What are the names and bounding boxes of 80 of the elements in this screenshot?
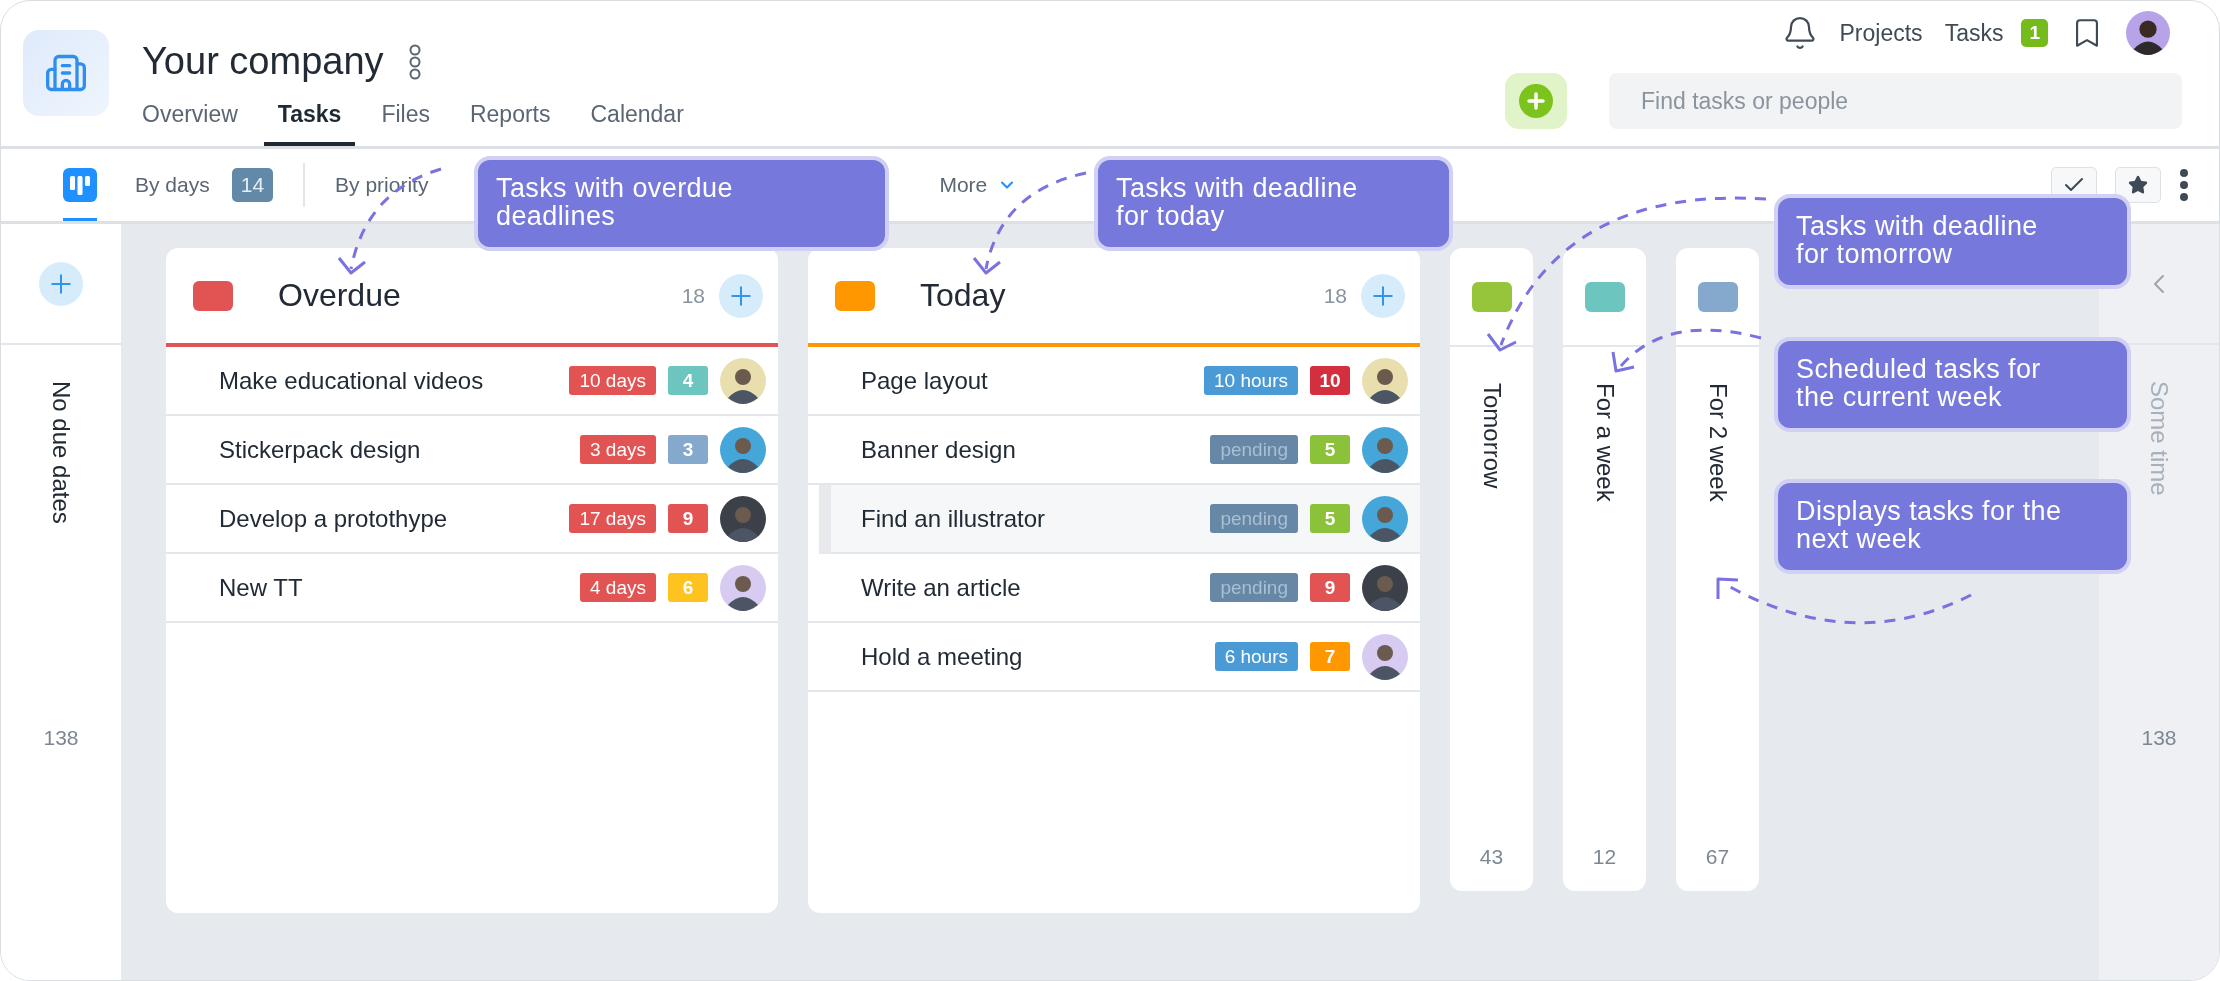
view-tab[interactable]: By days 14 — [135, 149, 274, 221]
company-name: Your company — [142, 40, 384, 83]
notification-badge: 1 — [2021, 19, 2048, 47]
hint-tooltip: Displays tasks for the next week — [1774, 479, 2131, 574]
add-task-button[interactable] — [719, 273, 763, 318]
hint-tooltip: Scheduled tasks for the current week — [1774, 337, 2131, 432]
column-count: 18 — [1323, 283, 1347, 308]
column-title: Some time — [2145, 381, 2173, 496]
column-title: Tomorrow — [1477, 383, 1506, 489]
view-tab[interactable]: By priority — [335, 149, 429, 221]
add-task-button[interactable] — [39, 261, 83, 306]
count-badge: 3 — [668, 435, 708, 464]
top-link[interactable]: Projects — [1839, 19, 1923, 47]
column-title: For 2 week — [1703, 383, 1732, 502]
column-title: Overdue — [278, 277, 401, 314]
nav-tab[interactable]: Reports — [455, 89, 565, 146]
avatar — [720, 426, 766, 473]
deadline-badge: 10 days — [569, 366, 656, 395]
avatar — [720, 357, 766, 404]
more-dropdown[interactable]: More — [939, 149, 1018, 221]
star-button[interactable] — [2115, 167, 2161, 203]
plus-icon — [1524, 89, 1548, 113]
hint-tooltip: Tasks with deadline for tomorrow — [1774, 194, 2131, 289]
task-row[interactable]: Find an illustrator pending 5 — [819, 485, 1420, 554]
column-count: 138 — [43, 726, 79, 750]
avatar — [1362, 633, 1408, 680]
column-count: 43 — [1479, 845, 1504, 869]
avatar — [1362, 495, 1408, 542]
star-icon — [2128, 175, 2148, 195]
count-badge: 7 — [1310, 642, 1350, 671]
user-avatar[interactable] — [2126, 11, 2170, 55]
column-title: Today — [920, 277, 1006, 314]
count-badge: 9 — [1310, 573, 1350, 602]
deadline-badge: 4 days — [580, 573, 656, 602]
avatar — [720, 564, 766, 611]
more-options-icon[interactable] — [407, 43, 422, 80]
deadline-badge: 17 days — [569, 504, 656, 533]
task-title: Find an illustrator — [861, 504, 1046, 533]
task-title: Banner design — [861, 435, 1016, 464]
count-badge: 6 — [668, 573, 708, 602]
add-task-button[interactable] — [1361, 273, 1405, 318]
column-count: 138 — [2141, 726, 2177, 750]
deadline-badge: 6 hours — [1214, 642, 1298, 671]
avatar — [1362, 426, 1408, 473]
count-badge: 4 — [668, 366, 708, 395]
count-badge: 5 — [1310, 504, 1350, 533]
avatar — [720, 495, 766, 542]
count-badge: 14 — [231, 168, 274, 202]
more-menu-icon[interactable] — [2179, 168, 2189, 202]
avatar — [1362, 564, 1408, 611]
top-link[interactable]: Tasks — [1944, 19, 2004, 47]
task-title: New TT — [219, 573, 303, 602]
column-count: 67 — [1705, 845, 1730, 869]
search-field[interactable]: Find tasks or people — [1609, 73, 2182, 129]
hint-tooltip: Tasks with deadline for today — [1094, 156, 1453, 251]
task-title: Page layout — [861, 366, 988, 395]
count-badge: 10 — [1310, 366, 1350, 395]
deadline-badge: pending — [1210, 435, 1298, 464]
column-count: 18 — [681, 283, 705, 308]
task-title: Hold a meeting — [861, 642, 1023, 671]
task-title: Write an article — [861, 573, 1021, 602]
deadline-badge: pending — [1210, 573, 1298, 602]
count-badge: 9 — [668, 504, 708, 533]
column-count: 12 — [1592, 845, 1617, 869]
deadline-badge: 10 hours — [1204, 366, 1298, 395]
task-title: Stickerpack design — [219, 435, 421, 464]
column-title: No due dates — [47, 381, 75, 524]
column-title: For a week — [1590, 383, 1619, 502]
task-title: Make educational videos — [219, 366, 484, 395]
nav-tab[interactable]: Calendar — [576, 89, 698, 146]
hint-tooltip: Tasks with overdue deadlines — [474, 156, 889, 251]
avatar — [1362, 357, 1408, 404]
nav-tab[interactable]: Tasks — [263, 89, 356, 146]
nav-tab[interactable]: Files — [367, 89, 444, 146]
nav-tab[interactable]: Overview — [128, 89, 252, 146]
task-title: Develop a protothype — [219, 504, 448, 533]
deadline-badge: pending — [1210, 504, 1298, 533]
board-icon — [63, 168, 97, 202]
count-badge: 5 — [1310, 435, 1350, 464]
deadline-badge: 3 days — [580, 435, 656, 464]
